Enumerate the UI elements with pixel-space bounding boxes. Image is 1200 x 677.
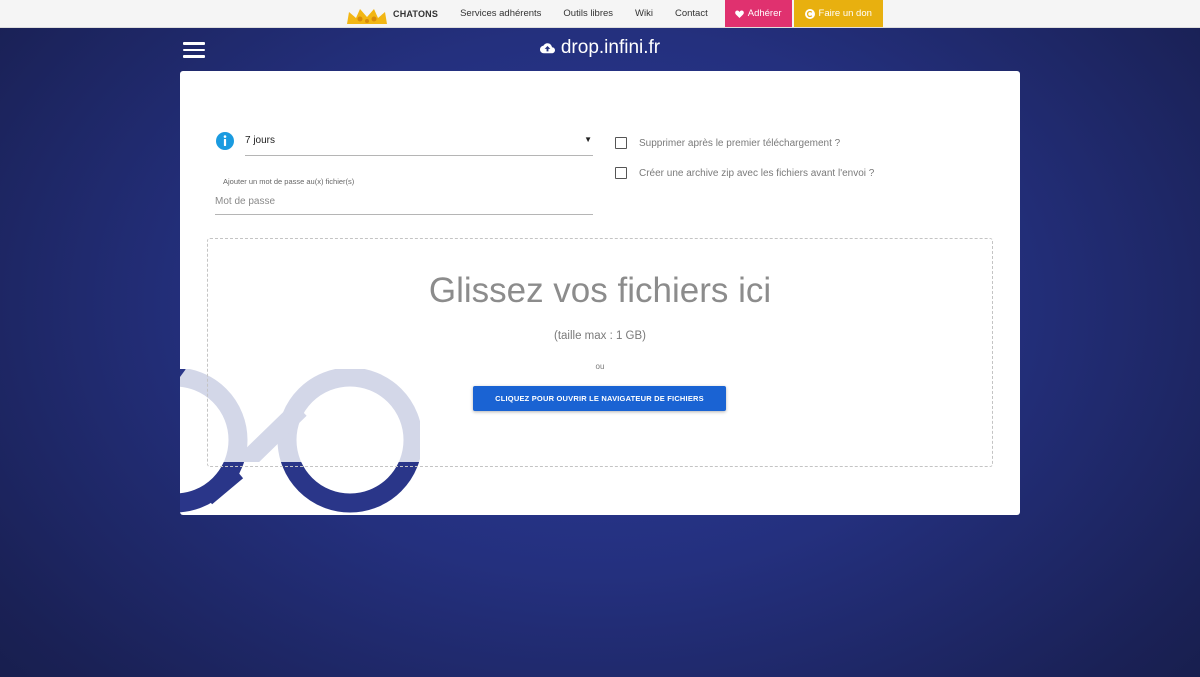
brand-label: CHATONS [393, 8, 439, 19]
dropzone-title: Glissez vos fichiers ici [428, 271, 772, 310]
adherer-label: Adhérer [747, 8, 782, 19]
info-icon[interactable] [216, 132, 234, 150]
chatons-topbar: CHATONS Services adhérents Outils libres… [0, 0, 1200, 28]
don-label: Faire un don [818, 8, 872, 19]
topbar-nav: CHATONS Services adhérents Outils libres… [343, 0, 883, 27]
adherer-button[interactable]: Adhérer [724, 0, 792, 27]
cloud-upload-icon [539, 43, 555, 54]
nav-contact[interactable]: Contact [664, 0, 719, 27]
site-title-text: drop.infini.fr [560, 37, 661, 58]
zip-archive-checkbox[interactable] [615, 167, 627, 179]
password-label: Ajouter un mot de passe au(x) fichier(s) [223, 177, 355, 186]
chatons-brand-link[interactable]: CHATONS [343, 0, 449, 27]
chevron-down-icon: ▼ [584, 135, 592, 144]
site-title[interactable]: drop.infini.fr [0, 37, 1200, 59]
faire-un-don-button[interactable]: Faire un don [793, 0, 883, 27]
heart-icon [734, 10, 744, 18]
open-file-browser-button[interactable]: CLIQUEZ POUR OUVRIR LE NAVIGATEUR DE FIC… [473, 386, 726, 411]
expiry-select[interactable]: 7 jours ▼ [245, 128, 593, 156]
dropzone-max-size: (taille max : 1 GB) [553, 330, 647, 342]
coin-icon [804, 8, 815, 19]
upload-card: 7 jours ▼ Ajouter un mot de passe au(x) … [180, 71, 1020, 515]
delete-after-download-checkbox[interactable] [615, 137, 627, 149]
nav-wiki[interactable]: Wiki [624, 0, 664, 27]
dropzone-or-text: ou [595, 362, 605, 371]
nav-services-adherents[interactable]: Services adhérents [449, 0, 552, 27]
zip-archive-option[interactable]: Créer une archive zip avec les fichiers … [615, 167, 874, 179]
password-input[interactable] [215, 189, 593, 215]
delete-after-download-option[interactable]: Supprimer après le premier téléchargemen… [615, 137, 840, 149]
expiry-selected-value: 7 jours [245, 135, 276, 146]
zip-archive-label: Créer une archive zip avec les fichiers … [639, 167, 875, 179]
delete-after-download-label: Supprimer après le premier téléchargemen… [639, 137, 841, 149]
nav-outils-libres[interactable]: Outils libres [552, 0, 624, 27]
crown-logo-icon [347, 8, 387, 24]
